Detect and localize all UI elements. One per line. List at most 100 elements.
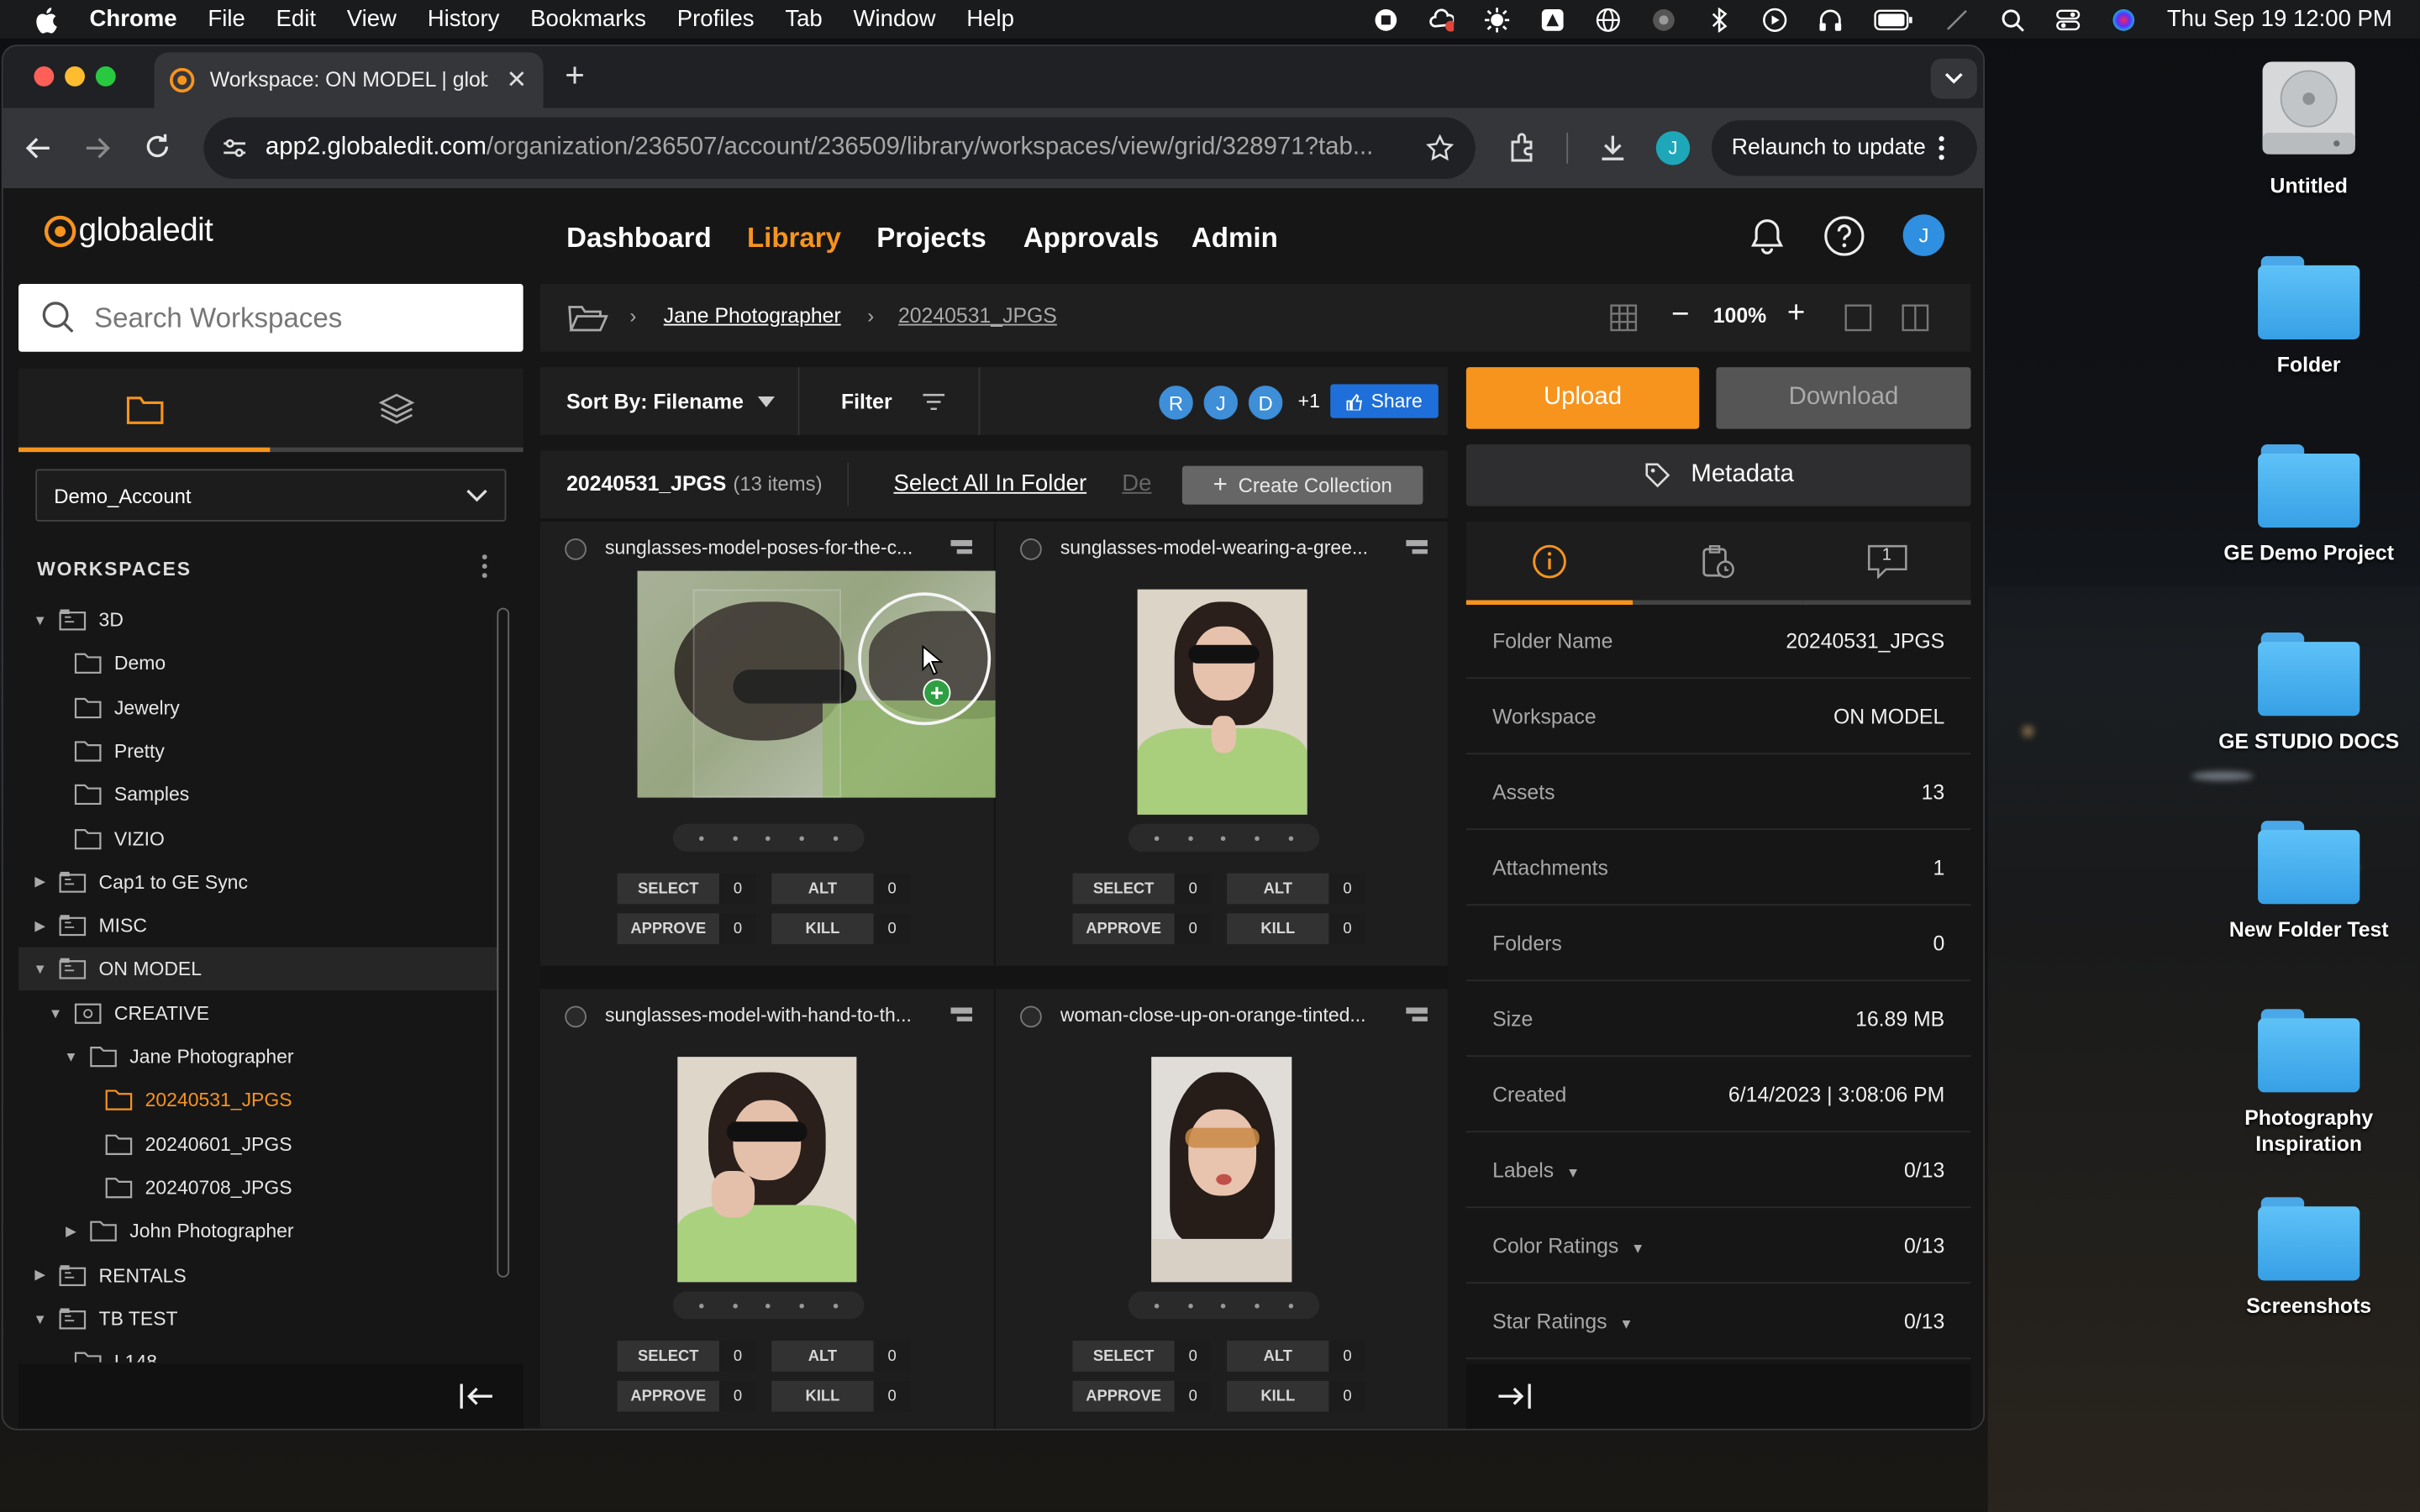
caret-down-icon[interactable]: ▼ [31, 962, 50, 977]
sidebar-item-jewelry[interactable]: Jewelry [18, 686, 497, 729]
sidebar-item-cap1-to-ge-sync[interactable]: ▶ Cap1 to GE Sync [18, 861, 497, 904]
kill-vote-button[interactable]: KILL 0 [771, 913, 911, 945]
menu-history[interactable]: History [428, 6, 500, 32]
desktop-icon-ge-demo-project[interactable]: GE Demo Project [2201, 444, 2417, 566]
desktop-icon-untitled[interactable]: Untitled [2201, 55, 2417, 199]
back-arrow-icon[interactable] [24, 134, 52, 162]
apple-icon[interactable] [34, 5, 61, 33]
bookmark-star-icon[interactable] [1426, 134, 1455, 162]
select-all-in-folder-link[interactable]: Select All In Folder [893, 470, 1086, 496]
sidebar-item-creative[interactable]: ▼ CREATIVE [18, 991, 497, 1034]
globaledit-logo[interactable]: globaledit [43, 213, 213, 249]
battery-icon[interactable] [1874, 7, 1914, 31]
sidebar-item-tb-test[interactable]: ▼ TB TEST [18, 1297, 497, 1340]
menu-file[interactable]: File [208, 6, 245, 32]
sidebar-item-20240708-jpgs[interactable]: 20240708_JPGS [18, 1166, 497, 1209]
desktop-icon-ge-studio-docs[interactable]: GE STUDIO DOCS [2201, 633, 2417, 754]
bluetooth-icon[interactable] [1707, 7, 1732, 32]
nav-projects[interactable]: Projects [876, 222, 986, 255]
stop-icon[interactable] [1374, 7, 1398, 31]
share-button[interactable]: Share [1330, 384, 1439, 418]
menu-tab[interactable]: Tab [785, 6, 822, 32]
sidebar-item-20240531-jpgs[interactable]: 20240531_JPGS [18, 1079, 497, 1121]
zoom-out-button[interactable]: − [1671, 297, 1689, 333]
collaborator-avatar[interactable]: D [1245, 382, 1286, 423]
reload-icon[interactable] [144, 133, 171, 160]
select-vote-button[interactable]: SELECT 0 [617, 873, 756, 905]
site-settings-icon[interactable] [222, 136, 246, 160]
sidebar-item-rentals[interactable]: ▶ RENTALS [18, 1253, 497, 1296]
tab-activity[interactable] [1633, 522, 1803, 605]
desktop-icon-folder[interactable]: Folder [2201, 255, 2417, 378]
tab-folders[interactable] [18, 369, 271, 453]
new-tab-button[interactable]: + [565, 55, 585, 96]
approve-vote-button[interactable]: APPROVE 0 [617, 913, 756, 945]
single-view-icon[interactable] [1844, 304, 1872, 332]
sidebar-item-20240601-jpgs[interactable]: 20240601_JPGS [18, 1122, 497, 1165]
tree-scrollbar[interactable] [497, 607, 510, 1278]
vpn-icon[interactable] [1651, 7, 1676, 31]
approve-vote-button[interactable]: APPROVE 0 [1072, 913, 1212, 945]
alt-vote-button[interactable]: ALT 0 [1227, 1341, 1366, 1372]
wifi-off-icon[interactable] [1944, 7, 1969, 31]
asset-select-radio[interactable] [565, 538, 587, 560]
menu-window[interactable]: Window [853, 6, 935, 32]
approve-vote-button[interactable]: APPROVE 0 [617, 1380, 756, 1412]
asset-menu-icon[interactable] [950, 539, 973, 555]
desktop-icon-photography-inspiration[interactable]: Photography Inspiration [2201, 1009, 2417, 1157]
metadata-button[interactable]: Metadata [1465, 444, 1971, 507]
asset-thumbnail[interactable] [1137, 589, 1307, 815]
download-icon[interactable] [1597, 133, 1628, 164]
caret-right-icon[interactable]: ▶ [31, 1267, 50, 1284]
detail-row-labels[interactable]: Labels ▼ 0/13 [1465, 1134, 1971, 1209]
tab-info[interactable] [1465, 522, 1634, 605]
nav-approvals[interactable]: Approvals [1023, 222, 1160, 255]
desktop-icon-screenshots[interactable]: Screenshots [2201, 1197, 2417, 1319]
asset-menu-icon[interactable] [950, 1007, 973, 1022]
rating-dots[interactable] [1128, 1291, 1320, 1320]
caret-right-icon[interactable]: ▶ [61, 1223, 80, 1240]
caret-down-icon[interactable]: ▼ [31, 612, 50, 627]
tab-attachments[interactable]: 1 [1802, 522, 1971, 605]
extensions-icon[interactable] [1507, 133, 1539, 164]
tab-search-button[interactable] [1930, 58, 1977, 99]
breadcrumb-current-folder[interactable]: 20240531_JPGS [898, 304, 1057, 328]
download-button[interactable]: Download [1716, 367, 1971, 429]
sun-icon[interactable] [1485, 7, 1510, 32]
sidebar-item-on-model[interactable]: ▼ ON MODEL [18, 948, 497, 991]
window-maximize-button[interactable] [95, 66, 116, 87]
caret-down-icon[interactable]: ▼ [1566, 1165, 1580, 1180]
siri-icon[interactable] [2112, 7, 2136, 31]
asset-thumbnail[interactable] [677, 1057, 857, 1283]
sidebar-item-samples[interactable]: Samples [18, 774, 497, 816]
grid-view-icon[interactable] [1610, 304, 1638, 332]
alt-vote-button[interactable]: ALT 0 [771, 873, 911, 905]
sort-dropdown[interactable]: Sort By: Filename [540, 367, 800, 435]
caret-down-icon[interactable]: ▼ [1619, 1316, 1633, 1331]
filter-button[interactable]: Filter [799, 367, 981, 435]
caret-down-icon[interactable]: ▼ [31, 1311, 50, 1326]
cloud-icon[interactable] [1429, 7, 1455, 31]
asset-card[interactable]: sunglasses-model-poses-for-the-c... + SE… [539, 521, 1042, 966]
forward-arrow-icon[interactable] [83, 134, 111, 162]
workspaces-more-icon[interactable] [480, 553, 489, 580]
rating-dots[interactable] [672, 823, 865, 852]
asset-card[interactable]: sunglasses-model-with-hand-to-th... SELE… [539, 989, 994, 1429]
headphones-icon[interactable] [1818, 7, 1843, 31]
alt-vote-button[interactable]: ALT 0 [1227, 873, 1366, 905]
sidebar-item-vizio[interactable]: VIZIO [18, 817, 497, 860]
globe-icon[interactable] [1596, 7, 1621, 32]
rating-dots[interactable] [1128, 823, 1320, 852]
nav-library[interactable]: Library [747, 222, 841, 255]
sidebar-item-demo[interactable]: Demo [18, 643, 497, 685]
asset-select-radio[interactable] [1020, 1005, 1042, 1028]
select-vote-button[interactable]: SELECT 0 [617, 1341, 756, 1372]
caret-down-icon[interactable]: ▼ [46, 1005, 65, 1021]
caret-right-icon[interactable]: ▶ [31, 874, 50, 890]
breadcrumb-jane-photographer[interactable]: Jane Photographer [664, 304, 841, 328]
collaborator-avatar[interactable]: J [1200, 382, 1241, 423]
address-bar[interactable]: app2.globaledit.com/organization/236507/… [203, 117, 1476, 180]
collapse-left-icon[interactable] [458, 1381, 495, 1412]
asset-select-radio[interactable] [565, 1005, 587, 1028]
menu-edit[interactable]: Edit [276, 6, 316, 32]
